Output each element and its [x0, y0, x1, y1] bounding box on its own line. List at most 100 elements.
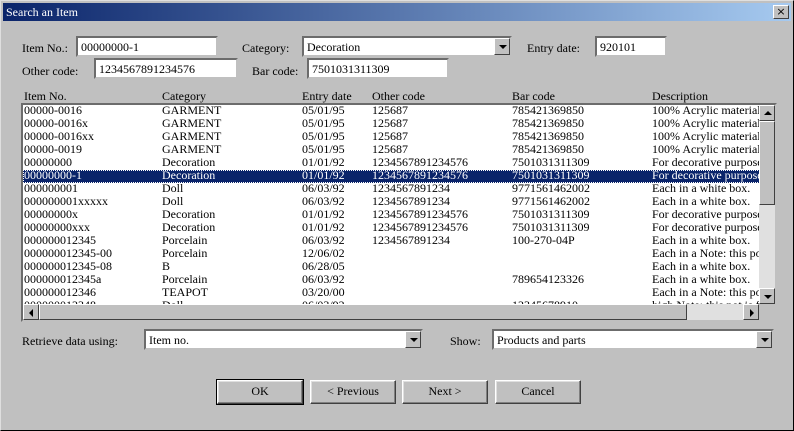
table-cell: 125687 — [372, 117, 408, 130]
close-icon[interactable]: × — [773, 5, 789, 19]
bar-code-input[interactable]: 7501031311309 — [307, 58, 449, 79]
scroll-right-icon[interactable] — [743, 304, 759, 320]
table-cell: 100% Acrylic material — [652, 130, 760, 143]
scroll-down-icon[interactable] — [759, 288, 775, 304]
table-cell: 7501031311309 — [512, 208, 590, 221]
column-header-description[interactable]: Description — [652, 89, 708, 104]
table-cell: 7501031311309 — [512, 221, 590, 234]
table-cell: 125687 — [372, 130, 408, 143]
title-bar[interactable]: Search an Item × — [3, 3, 791, 21]
column-header-bar-code[interactable]: Bar code — [512, 89, 555, 104]
table-cell: Porcelain — [162, 247, 208, 260]
table-cell: 100% Acrylic material — [652, 104, 760, 117]
table-cell: 9771561462002 — [512, 195, 590, 208]
show-label: Show: — [450, 334, 481, 348]
table-cell: 06/28/05 — [302, 260, 345, 273]
table-cell: 06/03/92 — [302, 273, 345, 286]
retrieve-label: Retrieve data using: — [22, 334, 118, 348]
table-cell: 1234567891234 — [372, 195, 450, 208]
chevron-down-icon[interactable] — [405, 331, 421, 348]
table-cell: Decoration — [162, 169, 216, 182]
table-cell: 000000012345-08 — [24, 260, 112, 273]
table-cell: 000000012345a — [24, 273, 102, 286]
table-cell: 00000-0019 — [24, 143, 82, 156]
table-cell: 01/01/92 — [302, 156, 345, 169]
cancel-button[interactable]: Cancel — [495, 380, 581, 404]
table-cell: Each in a Note: this po — [652, 286, 760, 299]
table-cell: For decorative purpose — [652, 208, 760, 221]
column-header-category[interactable]: Category — [162, 89, 206, 104]
table-cell: 100-270-04P — [512, 234, 575, 247]
entry-date-label: Entry date: — [527, 41, 580, 55]
table-cell: 05/01/95 — [302, 130, 345, 143]
table-cell: 785421369850 — [512, 104, 584, 117]
table-cell: Decoration — [162, 156, 216, 169]
horizontal-scroll-thumb[interactable] — [39, 304, 687, 320]
table-cell: Porcelain — [162, 234, 208, 247]
table-cell: Each in a white box. — [652, 234, 751, 247]
table-cell: For decorative purpose — [652, 156, 760, 169]
scroll-thumb[interactable] — [759, 121, 775, 205]
table-cell: Doll — [162, 182, 184, 195]
table-cell: Each in a Note: this po — [652, 247, 760, 260]
table-cell: 12/06/02 — [302, 247, 345, 260]
table-cell: 06/03/92 — [302, 234, 345, 247]
other-code-input[interactable]: 1234567891234576 — [94, 58, 238, 79]
table-cell: Each in a white box. — [652, 273, 751, 286]
item-no-input[interactable]: 00000000-1 — [76, 36, 218, 57]
chevron-down-icon[interactable] — [756, 331, 772, 348]
table-cell: 00000-0016x — [24, 117, 88, 130]
results-table[interactable]: 00000-0016 GARMENT 05/01/95 125687 785421369… — [21, 103, 777, 322]
retrieve-value: Item no. — [149, 333, 189, 347]
table-cell: Decoration — [162, 208, 216, 221]
previous-button[interactable]: < Previous — [310, 380, 396, 404]
retrieve-select[interactable]: Item no. — [144, 329, 423, 350]
table-cell: 7501031311309 — [512, 156, 590, 169]
table-cell: 00000000x — [24, 208, 78, 221]
table-cell: 785421369850 — [512, 117, 584, 130]
category-select[interactable]: Decoration — [302, 36, 512, 57]
column-header-other-code[interactable]: Other code — [372, 89, 425, 104]
show-select[interactable]: Products and parts — [492, 329, 774, 350]
table-cell: GARMENT — [162, 117, 222, 130]
table-cell: 00000000xxx — [24, 221, 90, 234]
item-no-label: Item No.: — [22, 41, 68, 55]
table-cell: Porcelain — [162, 273, 208, 286]
table-cell: 06/03/92 — [302, 195, 345, 208]
chevron-down-icon[interactable] — [494, 38, 510, 55]
table-cell: 1234567891234576 — [372, 169, 468, 182]
horizontal-scrollbar[interactable] — [23, 304, 759, 320]
table-cell: 7501031311309 — [512, 169, 590, 182]
table-cell: 785421369850 — [512, 143, 584, 156]
table-cell: 100% Acrylic material — [652, 117, 760, 130]
column-header-item-no[interactable]: Item No. — [24, 89, 67, 104]
window-title: Search an Item — [6, 5, 78, 19]
next-button[interactable]: Next > — [402, 380, 488, 404]
entry-date-input[interactable]: 920101 — [595, 36, 667, 57]
scroll-left-icon[interactable] — [23, 304, 39, 320]
vertical-scrollbar[interactable] — [759, 105, 775, 304]
table-cell: 1234567891234576 — [372, 208, 468, 221]
other-code-label: Other code: — [22, 64, 79, 78]
table-cell: 789654123326 — [512, 273, 584, 286]
show-value: Products and parts — [497, 333, 586, 347]
scroll-up-icon[interactable] — [759, 105, 775, 121]
table-cell: 03/20/00 — [302, 286, 345, 299]
table-cell: GARMENT — [162, 143, 222, 156]
column-header-entry-date[interactable]: Entry date — [302, 89, 352, 104]
table-cell: 000000001xxxxx — [24, 195, 108, 208]
search-item-dialog: Search an Item × Item No.: 00000000-1 Ca… — [0, 0, 794, 431]
ok-button[interactable]: OK — [216, 379, 304, 405]
table-cell: 05/01/95 — [302, 104, 345, 117]
table-cell: For decorative purpose — [652, 221, 760, 234]
table-cell: 01/01/92 — [302, 169, 345, 182]
category-value: Decoration — [307, 40, 361, 54]
table-cell: GARMENT — [162, 130, 222, 143]
table-cell: Each in a white box. — [652, 260, 751, 273]
table-cell: 1234567891234576 — [372, 221, 468, 234]
table-cell: Doll — [162, 195, 184, 208]
table-cell: 05/01/95 — [302, 143, 345, 156]
table-cell: 1234567891234 — [372, 234, 450, 247]
table-cell: Each in a white box. — [652, 195, 751, 208]
table-cell: Decoration — [162, 221, 216, 234]
